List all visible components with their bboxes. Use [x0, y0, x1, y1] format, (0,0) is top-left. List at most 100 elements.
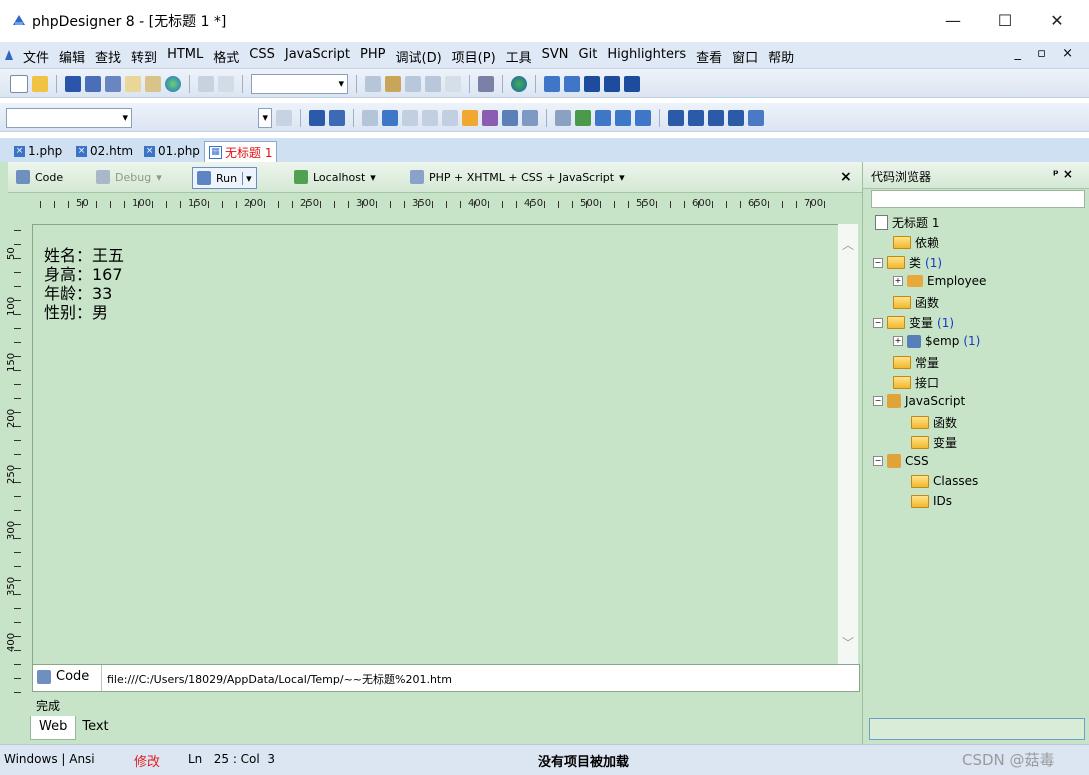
tree-classes[interactable]: − 类 (1): [873, 254, 942, 271]
encoding-status[interactable]: Windows | Ansi: [4, 752, 95, 766]
panel-scrollbar[interactable]: [869, 718, 1085, 740]
tree-dependency[interactable]: 依赖: [893, 234, 939, 251]
save-icon[interactable]: [65, 76, 81, 92]
copy-icon[interactable]: [218, 76, 234, 92]
image-icon[interactable]: [575, 110, 591, 126]
tree-css-ids[interactable]: IDs: [911, 494, 952, 508]
tools-icon[interactable]: [478, 76, 494, 92]
print-preview-icon[interactable]: [145, 76, 161, 92]
tab-untitled-1[interactable]: ▦ 无标题 1: [204, 141, 278, 162]
minimize-button[interactable]: —: [930, 6, 976, 36]
maximize-button[interactable]: ☐: [982, 6, 1028, 36]
menu-item[interactable]: 文件: [18, 47, 54, 66]
div-icon[interactable]: [635, 110, 651, 126]
tree-interfaces[interactable]: 接口: [893, 374, 939, 391]
run-button[interactable]: Run ▾: [192, 167, 257, 189]
scroll-down-icon[interactable]: ﹀: [842, 634, 854, 651]
tag-icon[interactable]: [276, 110, 292, 126]
tree-employee[interactable]: + Employee: [893, 274, 986, 288]
tree-css-classes[interactable]: Classes: [911, 474, 978, 488]
collapse-icon[interactable]: −: [873, 396, 883, 406]
expand-icon[interactable]: +: [893, 336, 903, 346]
hand-icon[interactable]: [462, 110, 478, 126]
vertical-scrollbar[interactable]: ︿ ﹀: [838, 224, 858, 664]
file-path[interactable]: file:///C:/Users/18029/AppData/Local/Tem…: [107, 671, 452, 687]
table-icon[interactable]: [595, 110, 611, 126]
tree-emp[interactable]: + $emp (1): [893, 334, 980, 348]
tree-variables[interactable]: − 变量 (1): [873, 314, 954, 331]
size-combo[interactable]: [258, 108, 272, 128]
save-all-icon[interactable]: [85, 76, 101, 92]
menu-item[interactable]: Git: [574, 47, 603, 66]
menu-item[interactable]: CSS: [244, 47, 280, 66]
tree-javascript[interactable]: − JavaScript: [873, 394, 965, 408]
style-combo[interactable]: [6, 108, 132, 128]
split-h-icon[interactable]: [584, 76, 600, 92]
tab-close-icon[interactable]: ×: [144, 145, 155, 157]
open-folder-icon[interactable]: [32, 76, 48, 92]
menu-item[interactable]: JavaScript: [280, 47, 355, 66]
filter2-icon[interactable]: [425, 76, 441, 92]
tab-1php[interactable]: × 1.php: [10, 141, 66, 161]
layout-icon[interactable]: [624, 76, 640, 92]
box-icon[interactable]: [502, 110, 518, 126]
tab-close-icon[interactable]: ×: [14, 145, 25, 157]
print-icon[interactable]: [125, 76, 141, 92]
export-icon[interactable]: [522, 110, 538, 126]
link-icon[interactable]: [555, 110, 571, 126]
menu-item[interactable]: 查看: [691, 47, 727, 66]
edit-icon[interactable]: [748, 110, 764, 126]
tab-01php[interactable]: × 01.php: [140, 141, 204, 161]
expand-icon[interactable]: +: [893, 276, 903, 286]
globe-icon[interactable]: [165, 76, 181, 92]
panel1-icon[interactable]: [544, 76, 560, 92]
tree-js-variables[interactable]: 变量: [911, 434, 957, 451]
bookmark-icon[interactable]: [365, 76, 381, 92]
menu-item[interactable]: Highlighters: [602, 47, 691, 66]
outdent-icon[interactable]: [402, 110, 418, 126]
close-preview-button[interactable]: ×: [840, 167, 852, 187]
localhost-dropdown[interactable]: Localhost ▾: [294, 167, 376, 187]
filter-icon[interactable]: [405, 76, 421, 92]
menu-item[interactable]: SVN: [537, 47, 574, 66]
preview2-icon[interactable]: [688, 110, 704, 126]
menu-item[interactable]: 查找: [90, 47, 126, 66]
search-combo[interactable]: [251, 74, 348, 94]
tree-js-functions[interactable]: 函数: [911, 414, 957, 431]
comment-icon[interactable]: [422, 110, 438, 126]
collapse-icon[interactable]: −: [873, 317, 883, 328]
tab-web[interactable]: Web: [30, 716, 77, 740]
preview-content[interactable]: 姓名：王五 身高：167 年龄：33 性别：男: [32, 224, 840, 666]
preview3-icon[interactable]: [708, 110, 724, 126]
code-browser-search[interactable]: [871, 190, 1085, 208]
publish-icon[interactable]: [728, 110, 744, 126]
menu-item[interactable]: 调试(D): [391, 47, 447, 66]
profile-dropdown[interactable]: PHP + XHTML + CSS + JavaScript ▾: [410, 167, 625, 187]
tree-constants[interactable]: 常量: [893, 354, 939, 371]
uncomment-icon[interactable]: [442, 110, 458, 126]
collapse-icon[interactable]: −: [873, 257, 883, 268]
menu-item[interactable]: PHP: [355, 47, 390, 66]
close-button[interactable]: ✕: [1034, 6, 1080, 36]
form-icon[interactable]: [309, 110, 325, 126]
menu-item[interactable]: 编辑: [54, 47, 90, 66]
back-icon[interactable]: [445, 76, 461, 92]
bookmark-next-icon[interactable]: [385, 76, 401, 92]
tab-text[interactable]: Text: [76, 716, 114, 740]
tab-close-icon[interactable]: ×: [76, 145, 87, 157]
menu-item[interactable]: 帮助: [763, 47, 799, 66]
indent-icon[interactable]: [382, 110, 398, 126]
debug-button[interactable]: Debug ▾: [96, 167, 162, 187]
preview-icon[interactable]: [668, 110, 684, 126]
tree-root[interactable]: 无标题 1: [875, 214, 939, 231]
split-v-icon[interactable]: [604, 76, 620, 92]
panel2-icon[interactable]: [564, 76, 580, 92]
save-as-icon[interactable]: [105, 76, 121, 92]
menu-item[interactable]: 格式: [208, 47, 244, 66]
spell-icon[interactable]: [482, 110, 498, 126]
wand-icon[interactable]: [362, 110, 378, 126]
cut-icon[interactable]: [198, 76, 214, 92]
scroll-up-icon[interactable]: ︿: [842, 236, 854, 253]
menu-item[interactable]: 项目(P): [447, 47, 501, 66]
pin-close-controls[interactable]: ᵖ ×: [1053, 167, 1073, 181]
